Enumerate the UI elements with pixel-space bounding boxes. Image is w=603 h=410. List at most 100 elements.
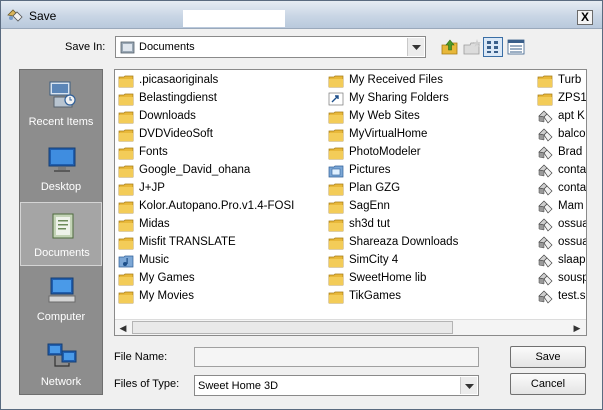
file-list-item[interactable]: ossua: [537, 216, 586, 234]
chevron-down-icon[interactable]: [407, 38, 424, 56]
file-list-item[interactable]: Music: [118, 252, 323, 270]
computer-icon: [48, 277, 76, 303]
file-list-item[interactable]: Google_David_ohana: [118, 162, 323, 180]
file-list-item[interactable]: SimCity 4: [328, 252, 533, 270]
folder-icon: [118, 110, 134, 124]
file-list-item[interactable]: conta: [537, 162, 586, 180]
up-folder-icon[interactable]: [440, 37, 460, 57]
file-list-item[interactable]: My Games: [118, 270, 323, 288]
chevron-down-icon[interactable]: [460, 377, 477, 394]
file-list-item[interactable]: ZPS1: [537, 90, 586, 108]
folder-icon: [118, 200, 134, 214]
file-name: DVDVideoSoft: [139, 128, 213, 140]
save-in-label: Save In:: [65, 41, 106, 53]
file-list-item[interactable]: Belastingdienst: [118, 90, 323, 108]
files-of-type-dropdown[interactable]: Sweet Home 3D: [194, 375, 479, 396]
file-name: Shareaza Downloads: [349, 236, 459, 248]
scroll-left-icon[interactable]: ◀: [117, 322, 129, 334]
file-list-item[interactable]: Downloads: [118, 108, 323, 126]
file-list-item[interactable]: Pictures: [328, 162, 533, 180]
cancel-button[interactable]: Cancel: [510, 373, 586, 395]
place-computer[interactable]: Computer: [20, 267, 102, 331]
file-list[interactable]: .picasaoriginals Belastingdienst Downloads…: [114, 69, 587, 336]
file-list-item[interactable]: Midas: [118, 216, 323, 234]
desktop-icon: [48, 147, 76, 172]
file-list-item[interactable]: J+JP: [118, 180, 323, 198]
horizontal-scrollbar[interactable]: ◀ ▶: [115, 319, 586, 335]
file-list-item[interactable]: My Web Sites: [328, 108, 533, 126]
place-label: Recent Items: [28, 116, 94, 128]
file-list-item[interactable]: My Received Files: [328, 72, 533, 90]
place-network[interactable]: Network: [20, 332, 102, 396]
folder-icon: [118, 236, 134, 250]
file-list-item[interactable]: apt K: [537, 108, 586, 126]
file-list-item[interactable]: Mam: [537, 198, 586, 216]
window-title: Save: [29, 9, 57, 23]
new-folder-icon[interactable]: [462, 37, 482, 57]
file-icon: [537, 146, 553, 160]
file-name: Downloads: [139, 110, 196, 122]
details-view-icon[interactable]: [506, 37, 526, 57]
folder-icon: [328, 146, 344, 160]
file-name: .picasaoriginals: [139, 74, 219, 86]
file-name: My Sharing Folders: [349, 92, 449, 104]
file-list-item[interactable]: My Sharing Folders: [328, 90, 533, 108]
file-name: My Movies: [139, 290, 194, 302]
save-button[interactable]: Save: [510, 346, 586, 368]
file-list-item[interactable]: conta: [537, 180, 586, 198]
file-name: Mam: [558, 200, 584, 212]
file-list-item[interactable]: Plan GZG: [328, 180, 533, 198]
file-list-item[interactable]: Misfit TRANSLATE: [118, 234, 323, 252]
file-name: MyVirtualHome: [349, 128, 428, 140]
file-list-item[interactable]: My Movies: [118, 288, 323, 306]
file-list-item[interactable]: balco: [537, 126, 586, 144]
file-name-input[interactable]: [194, 347, 479, 367]
folder-icon: [328, 110, 344, 124]
place-label: Documents: [34, 247, 90, 259]
save-in-dropdown[interactable]: Documents: [115, 36, 426, 58]
file-list-item[interactable]: PhotoModeler: [328, 144, 533, 162]
place-desktop[interactable]: Desktop: [20, 137, 102, 201]
folder-icon: [118, 164, 134, 178]
file-name: Pictures: [349, 164, 391, 176]
file-list-item[interactable]: .picasaoriginals: [118, 72, 323, 90]
file-list-item[interactable]: Turb: [537, 72, 586, 90]
folder-icon: [328, 272, 344, 286]
file-icon: [537, 164, 553, 178]
folder-icon: [118, 92, 134, 106]
file-list-item[interactable]: MyVirtualHome: [328, 126, 533, 144]
file-list-item[interactable]: Brad: [537, 144, 586, 162]
file-name: Plan GZG: [349, 182, 401, 194]
folder-icon: [537, 74, 553, 88]
place-documents[interactable]: Documents: [20, 202, 102, 266]
recent-items-icon: [49, 81, 76, 108]
file-list-item[interactable]: SweetHome lib: [328, 270, 533, 288]
file-list-item[interactable]: sousp: [537, 270, 586, 288]
file-name: SweetHome lib: [349, 272, 427, 284]
file-name: PhotoModeler: [349, 146, 421, 158]
files-of-type-label: Files of Type:: [114, 378, 180, 390]
file-list-item[interactable]: Fonts: [118, 144, 323, 162]
app-icon: [7, 9, 23, 22]
file-name: apt K: [558, 110, 585, 122]
file-list-item[interactable]: ossua: [537, 234, 586, 252]
scrollbar-thumb[interactable]: [132, 321, 453, 334]
file-name: balco: [558, 128, 586, 140]
folder-icon: [328, 254, 344, 268]
file-list-item[interactable]: test.s: [537, 288, 586, 306]
list-view-icon[interactable]: [483, 37, 503, 57]
files-of-type-value: Sweet Home 3D: [198, 380, 279, 392]
scroll-right-icon[interactable]: ▶: [571, 322, 583, 334]
file-list-item[interactable]: slaap: [537, 252, 586, 270]
place-recent-items[interactable]: Recent Items: [20, 72, 102, 136]
file-list-item[interactable]: Kolor.Autopano.Pro.v1.4-FOSI: [118, 198, 323, 216]
file-list-item[interactable]: DVDVideoSoft: [118, 126, 323, 144]
file-icon: [537, 110, 553, 124]
close-button[interactable]: X: [577, 10, 593, 25]
file-list-item[interactable]: sh3d tut: [328, 216, 533, 234]
file-column-1: .picasaoriginals Belastingdienst Downloads…: [118, 72, 323, 306]
file-list-item[interactable]: Shareaza Downloads: [328, 234, 533, 252]
file-list-item[interactable]: TikGames: [328, 288, 533, 306]
file-icon: [537, 272, 553, 286]
file-list-item[interactable]: SagEnn: [328, 198, 533, 216]
